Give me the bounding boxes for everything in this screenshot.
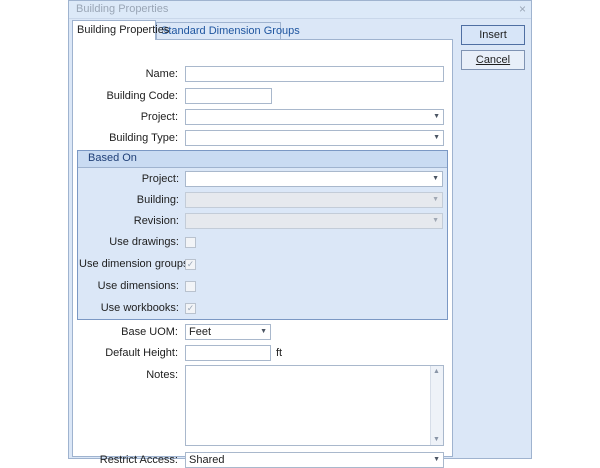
- default-height-label: Default Height:: [105, 347, 178, 359]
- restrict-access-label: Restrict Access:: [99, 454, 178, 466]
- based-on-header: Based On: [78, 151, 447, 168]
- based-on-revision-label: Revision:: [133, 215, 179, 227]
- building-type-label: Building Type:: [109, 132, 178, 144]
- based-on-project-select[interactable]: ▼: [185, 171, 443, 187]
- insert-button-label: Insert: [479, 29, 507, 41]
- use-dimensions-label: Use dimensions:: [97, 280, 179, 292]
- use-workbooks-checkbox[interactable]: ✓: [185, 303, 196, 314]
- building-properties-panel: Name: Building Code: Project: ▼ Building…: [72, 39, 453, 468]
- tab-building-properties[interactable]: Building Properties: [72, 20, 169, 40]
- use-drawings-checkbox[interactable]: [185, 237, 196, 248]
- default-height-unit: ft: [276, 347, 283, 359]
- default-height-input[interactable]: [185, 345, 271, 361]
- use-dimension-groups-label: Use dimension groups:: [79, 258, 192, 270]
- chevron-down-icon[interactable]: ▼: [432, 214, 439, 228]
- use-dimension-groups-checkbox[interactable]: ✓: [185, 259, 196, 270]
- project-select[interactable]: ▼: [185, 109, 444, 125]
- building-properties-dialog: Building Properties × Building Propertie…: [68, 0, 532, 468]
- based-on-group: Based On Project: ▼ Building: ▼ Revision…: [77, 150, 448, 320]
- checkmark-icon: ✓: [186, 259, 195, 269]
- based-on-revision-select[interactable]: ▼: [185, 213, 443, 229]
- chevron-down-icon[interactable]: ▼: [432, 193, 439, 207]
- use-drawings-label: Use drawings:: [109, 236, 179, 248]
- restrict-access-value: Shared: [189, 454, 225, 466]
- building-code-input[interactable]: [185, 88, 272, 104]
- notes-textarea[interactable]: ▲ ▼: [185, 365, 444, 446]
- use-dimensions-checkbox[interactable]: [185, 281, 196, 292]
- chevron-down-icon[interactable]: ▼: [433, 131, 440, 145]
- insert-button[interactable]: Insert: [461, 25, 525, 45]
- base-uom-label: Base UOM:: [121, 326, 178, 338]
- base-uom-value: Feet: [189, 326, 212, 338]
- window-title: Building Properties: [76, 3, 169, 15]
- notes-scrollbar[interactable]: ▲ ▼: [430, 366, 443, 445]
- base-uom-select[interactable]: Feet ▼: [185, 324, 271, 340]
- scroll-down-icon[interactable]: ▼: [433, 436, 440, 443]
- based-on-title: Based On: [88, 152, 137, 164]
- based-on-building-select[interactable]: ▼: [185, 192, 443, 208]
- based-on-project-label: Project:: [141, 173, 179, 185]
- chevron-down-icon[interactable]: ▼: [432, 172, 439, 186]
- project-label: Project:: [140, 111, 178, 123]
- checkmark-icon: ✓: [186, 303, 195, 313]
- cancel-button-label: Cancel: [475, 54, 511, 66]
- restrict-access-select[interactable]: Shared ▼: [185, 452, 444, 468]
- notes-label: Notes:: [146, 369, 178, 381]
- title-bar: Building Properties ×: [69, 1, 531, 19]
- tab-standard-dimension-groups[interactable]: Standard Dimension Groups: [156, 22, 300, 40]
- use-workbooks-label: Use workbooks:: [100, 302, 179, 314]
- chevron-down-icon[interactable]: ▼: [433, 453, 440, 467]
- chevron-down-icon[interactable]: ▼: [433, 110, 440, 124]
- scroll-up-icon[interactable]: ▲: [433, 368, 440, 375]
- cancel-button[interactable]: Cancel: [461, 50, 525, 70]
- building-type-select[interactable]: ▼: [185, 130, 444, 146]
- building-code-label: Building Code:: [106, 90, 178, 102]
- tab-container: Building Properties Standard Dimension G…: [72, 20, 453, 468]
- close-icon[interactable]: ×: [519, 2, 526, 16]
- name-input[interactable]: [185, 66, 444, 82]
- chevron-down-icon[interactable]: ▼: [260, 325, 267, 339]
- name-label: Name:: [145, 68, 178, 80]
- based-on-building-label: Building:: [136, 194, 179, 206]
